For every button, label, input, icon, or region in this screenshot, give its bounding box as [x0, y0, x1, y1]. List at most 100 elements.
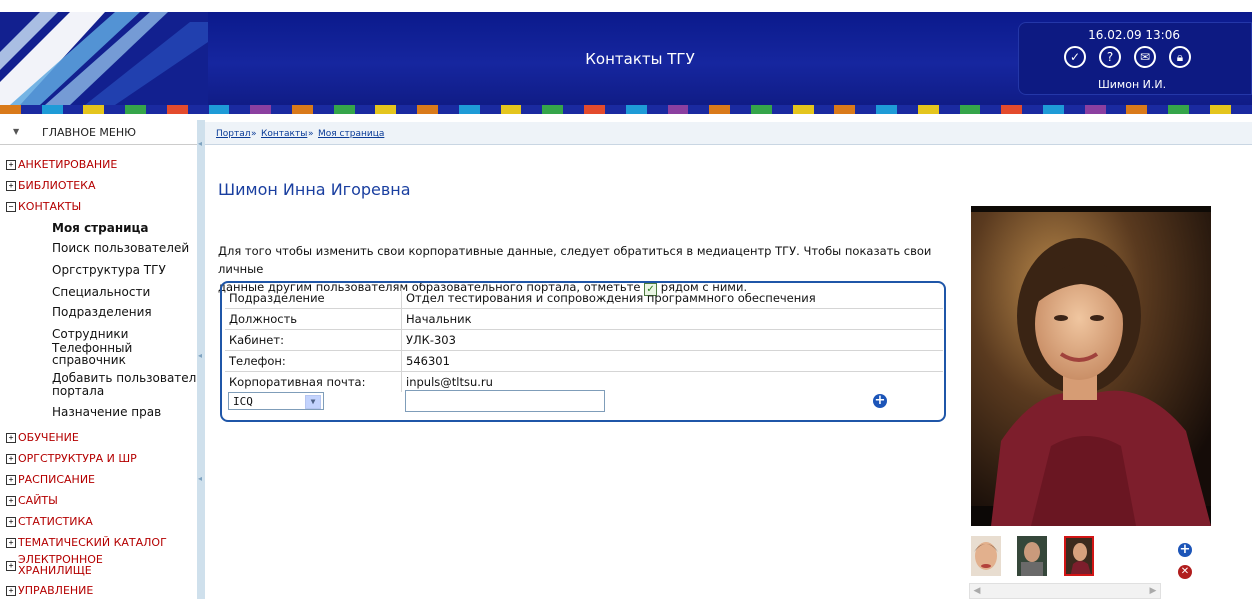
- submenu-departments[interactable]: Подразделения: [52, 306, 152, 318]
- header-username[interactable]: Шимон И.И.: [1098, 78, 1166, 91]
- check-icon[interactable]: ✓: [1064, 46, 1086, 68]
- breadcrumb-contacts[interactable]: Контакты: [261, 129, 307, 139]
- stripe-segment: [1230, 105, 1252, 114]
- scroll-right-icon[interactable]: ▶: [1146, 584, 1160, 598]
- submenu-my-page[interactable]: Моя страница: [52, 222, 149, 234]
- stripe-segment: [458, 105, 480, 114]
- stripe-segment: [479, 105, 501, 114]
- sidebar-item-statistika[interactable]: + СТАТИСТИКА: [6, 516, 93, 528]
- field-label: Телефон:: [229, 354, 286, 368]
- expand-icon[interactable]: +: [6, 181, 16, 191]
- field-label: Подразделение: [229, 291, 325, 305]
- label-line: портала: [52, 384, 105, 398]
- user-panel: 16.02.09 13:06 ✓ ? ✉ 🔒︎ Шимон И.И.: [1018, 22, 1252, 95]
- stripe-segment: [1126, 105, 1148, 114]
- header-logo: [0, 12, 208, 105]
- column-divider: [401, 351, 402, 371]
- expand-icon[interactable]: +: [6, 561, 16, 571]
- field-value[interactable]: inpuls@tltsu.ru: [406, 375, 493, 389]
- submenu-org-structure[interactable]: Оргструктура ТГУ: [52, 264, 166, 276]
- stripe-segment: [917, 105, 939, 114]
- lock-icon[interactable]: 🔒︎: [1169, 46, 1191, 68]
- expand-icon[interactable]: +: [6, 538, 16, 548]
- breadcrumb-separator: »: [308, 129, 314, 139]
- stripe-segment: [938, 105, 960, 114]
- sidebar-item-label: ОРГСТРУКТУРА И ШР: [18, 452, 137, 465]
- sidebar-item-obuchenie[interactable]: + ОБУЧЕНИЕ: [6, 432, 79, 444]
- sidebar-item-katalog[interactable]: + ТЕМАТИЧЕСКИЙ КАТАЛОГ: [6, 537, 167, 549]
- splitter-handle-icon[interactable]: ◂: [198, 352, 204, 360]
- submenu-add-user[interactable]: Добавить пользователя портала: [52, 372, 204, 398]
- stripe-segment: [20, 105, 42, 114]
- stripe-segment: [771, 105, 793, 114]
- splitter-handle-icon[interactable]: ◂: [198, 140, 204, 148]
- expand-icon[interactable]: +: [6, 517, 16, 527]
- chevron-down-icon[interactable]: ▼: [305, 395, 321, 409]
- sidebar-item-raspisanie[interactable]: + РАСПИСАНИЕ: [6, 474, 95, 486]
- info-line: Для того чтобы изменить свои корпоративн…: [218, 244, 932, 276]
- stripe-segment: [834, 105, 856, 114]
- sidebar-item-upravlenie[interactable]: + УПРАВЛЕНИЕ: [6, 585, 93, 597]
- delete-photo-button[interactable]: ✕: [1178, 565, 1192, 579]
- field-label: Кабинет:: [229, 333, 284, 347]
- expand-icon[interactable]: +: [6, 496, 16, 506]
- sidebar-item-label: ТЕМАТИЧЕСКИЙ КАТАЛОГ: [18, 536, 167, 549]
- stripe-segment: [187, 105, 209, 114]
- label-line: Добавить пользователя: [52, 371, 204, 385]
- collapse-icon[interactable]: −: [6, 202, 16, 212]
- splitter-handle-icon[interactable]: ◂: [198, 475, 204, 483]
- submenu-employees[interactable]: Сотрудники: [52, 328, 128, 340]
- sidebar-item-orgstruktura[interactable]: + ОРГСТРУКТУРА И ШР: [6, 453, 137, 465]
- collapse-arrow-icon[interactable]: ▼: [13, 127, 19, 136]
- submenu-specialties[interactable]: Специальности: [52, 286, 150, 298]
- stripe-segment: [333, 105, 355, 114]
- contact-value-input[interactable]: [405, 390, 605, 412]
- stripe-segment: [896, 105, 918, 114]
- stripe-segment: [521, 105, 543, 114]
- sidebar-item-hranilishe[interactable]: + ЭЛЕКТРОННОЕ ХРАНИЛИЩЕ: [6, 554, 103, 576]
- expand-icon[interactable]: +: [6, 586, 16, 596]
- page-header: Контакты ТГУ 16.02.09 13:06 ✓ ? ✉ 🔒︎ Шим…: [0, 0, 1252, 120]
- sidebar-item-label: СТАТИСТИКА: [18, 515, 93, 528]
- sidebar-item-biblioteka[interactable]: + БИБЛИОТЕКА: [6, 180, 95, 192]
- add-photo-button[interactable]: +: [1178, 543, 1192, 557]
- stripe-segment: [125, 105, 147, 114]
- sidebar-item-kontakty[interactable]: − КОНТАКТЫ: [6, 201, 81, 213]
- contact-type-select[interactable]: ICQ ▼: [228, 392, 324, 410]
- column-divider: [401, 330, 402, 350]
- stripe-segment: [813, 105, 835, 114]
- sidebar-item-ankety[interactable]: + АНКЕТИРОВАНИЕ: [6, 159, 117, 171]
- stripe-segment: [1042, 105, 1064, 114]
- photo-thumbnail-selected[interactable]: [1064, 536, 1094, 576]
- scroll-left-icon[interactable]: ◀: [970, 584, 984, 598]
- mail-icon[interactable]: ✉: [1134, 46, 1156, 68]
- submenu-phone-directory[interactable]: Телефонный справочник: [52, 342, 132, 366]
- add-contact-button[interactable]: +: [873, 394, 887, 408]
- breadcrumb: Портал » Контакты » Моя страница: [205, 122, 1252, 145]
- help-icon[interactable]: ?: [1099, 46, 1121, 68]
- stripe-segment: [208, 105, 230, 114]
- field-value: 546301: [406, 354, 450, 368]
- photo-thumbnail[interactable]: [1017, 536, 1047, 576]
- sidebar-splitter[interactable]: ◂ ◂ ◂: [197, 120, 205, 599]
- expand-icon[interactable]: +: [6, 160, 16, 170]
- breadcrumb-portal[interactable]: Портал: [216, 129, 251, 139]
- submenu-assign-rights[interactable]: Назначение прав: [52, 406, 161, 418]
- stripe-segment: [438, 105, 459, 114]
- sidebar-item-label: САЙТЫ: [18, 494, 58, 507]
- stripe-segment: [750, 105, 772, 114]
- expand-icon[interactable]: +: [6, 433, 16, 443]
- header-title: Контакты ТГУ: [585, 50, 695, 68]
- breadcrumb-my-page[interactable]: Моя страница: [318, 129, 384, 139]
- stripe-segment: [1188, 105, 1210, 114]
- main-menu-header[interactable]: ▼ ГЛАВНОЕ МЕНЮ: [0, 122, 197, 145]
- submenu-user-search[interactable]: Поиск пользователей: [52, 242, 189, 254]
- expand-icon[interactable]: +: [6, 475, 16, 485]
- photo-thumbnail[interactable]: [971, 536, 1001, 576]
- sidebar-item-saity[interactable]: + САЙТЫ: [6, 495, 58, 507]
- page-title: Шимон Инна Игоревна: [218, 180, 411, 199]
- stripe-segment: [1063, 105, 1085, 114]
- thumbnails-scrollbar[interactable]: ◀ ▶: [969, 583, 1161, 599]
- select-value: ICQ: [233, 395, 253, 408]
- expand-icon[interactable]: +: [6, 454, 16, 464]
